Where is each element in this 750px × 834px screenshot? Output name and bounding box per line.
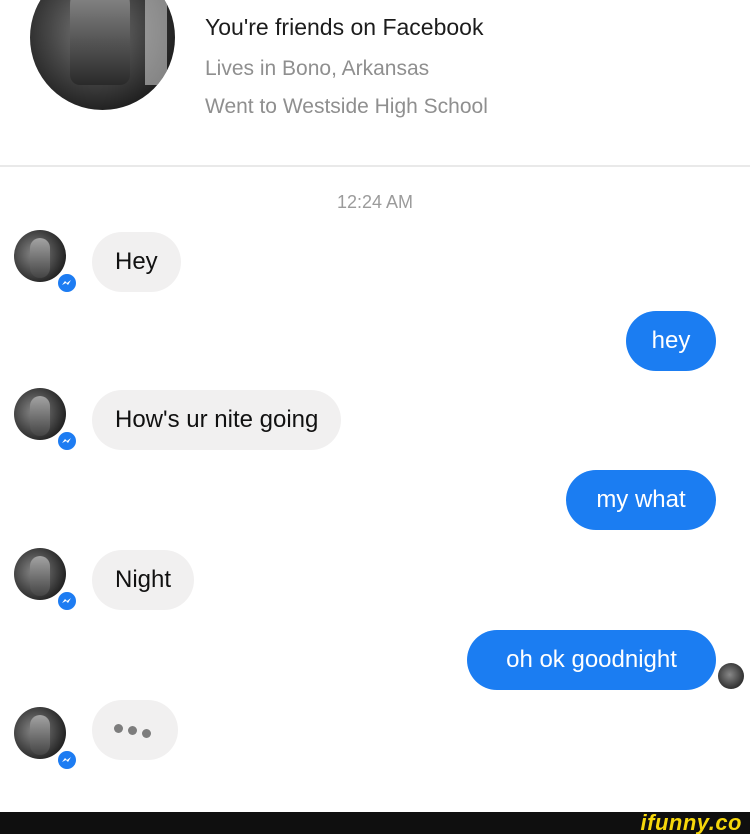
messenger-badge-icon — [56, 272, 78, 294]
watermark-bar: ifunny.co — [0, 810, 750, 834]
messenger-badge-icon — [56, 749, 78, 771]
incoming-message[interactable]: Night — [92, 550, 195, 610]
message-timestamp: 12:24 AM — [336, 192, 414, 212]
messenger-badge-icon — [56, 430, 78, 452]
outgoing-message[interactable]: my what — [566, 470, 716, 530]
avatar-figure — [30, 238, 50, 278]
profile-header: You're friends on Facebook Lives in Bono… — [0, 0, 750, 165]
school-text: Went to Westside High School — [205, 95, 488, 118]
typing-dot — [128, 726, 137, 735]
header-divider — [0, 165, 750, 167]
profile-avatar[interactable] — [30, 0, 175, 110]
lives-in-text: Lives in Bono, Arkansas — [205, 57, 430, 80]
profile-photo-figure — [70, 0, 130, 85]
ifunny-logo: ifunny.co — [640, 810, 742, 834]
typing-dot — [114, 724, 123, 733]
friends-status-title: You're friends on Facebook — [205, 14, 484, 40]
sender-avatar[interactable] — [14, 707, 66, 759]
avatar-figure — [30, 396, 50, 436]
avatar-figure — [30, 715, 50, 755]
typing-dot — [142, 729, 151, 738]
sender-avatar[interactable] — [14, 388, 66, 440]
outgoing-message[interactable]: oh ok goodnight — [467, 630, 716, 690]
seen-receipt-avatar — [718, 663, 744, 689]
profile-photo-mirror — [145, 0, 167, 85]
incoming-message[interactable]: How's ur nite going — [92, 390, 342, 450]
typing-indicator — [92, 700, 178, 760]
sender-avatar[interactable] — [14, 548, 66, 600]
outgoing-message[interactable]: hey — [626, 311, 716, 371]
avatar-figure — [30, 556, 50, 596]
messenger-badge-icon — [56, 590, 78, 612]
sender-avatar[interactable] — [14, 230, 66, 282]
incoming-message[interactable]: Hey — [92, 232, 181, 292]
